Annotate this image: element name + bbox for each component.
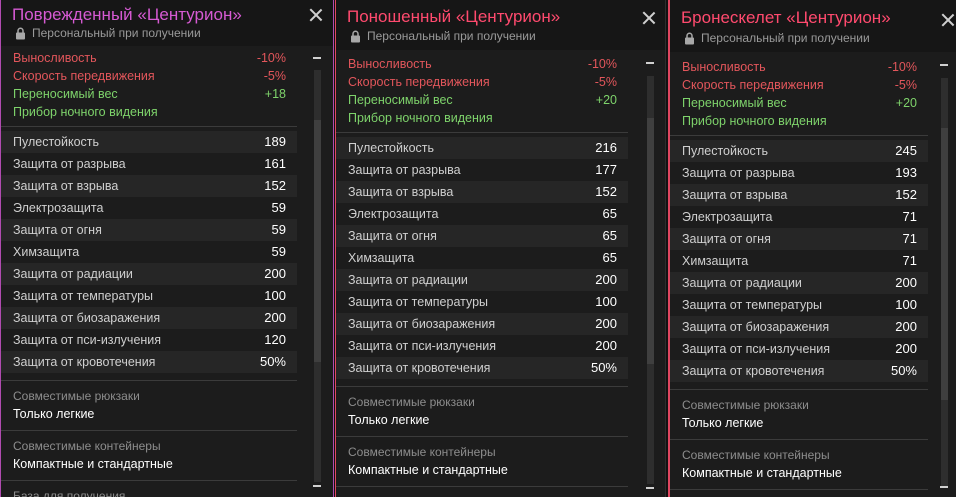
scroll-up-button[interactable] [940,64,948,66]
scroll-down-button[interactable] [940,486,948,488]
section-divider [336,486,628,497]
stat-row: Защита от взрыва 152 [1,175,297,197]
compatible-backpacks: Совместимые рюкзаки Только легкие [1,380,297,430]
stat-row: Защита от взрыва 152 [336,181,628,203]
item-title: Поврежденный «Центурион» [12,5,242,24]
scroll-down-button[interactable] [313,485,321,487]
stats-table: Пулестойкость 216 Защита от разрыва 177 За… [336,133,628,379]
stat-row: Пулестойкость 189 [1,131,297,153]
modifier-row: Скорость передвижения -5% [682,78,917,92]
modifier-row: Выносливость -10% [348,57,617,71]
stat-row: Защита от кровотечения 50% [336,357,628,379]
modifier-row: Прибор ночного видения [682,114,827,128]
stat-row: Химзащита 65 [336,247,628,269]
modifier-row: Скорость передвижения -5% [348,75,617,89]
binding-note: Персональный при получении [350,29,536,43]
lock-icon [16,27,25,39]
item-card-exoskeleton: Бронескелет «Центурион» Персональный при… [668,0,956,497]
stat-row: Защита от кровотечения 50% [1,351,297,373]
modifier-row: Прибор ночного видения [348,111,493,125]
crafting-base: База для получения [1,480,297,497]
compatible-backpacks: Совместимые рюкзаки Только легкие [336,386,628,436]
item-title: Поношенный «Центурион» [347,7,561,26]
modifier-row: Выносливость -10% [13,51,286,65]
compatible-containers: Совместимые контейнеры Компактные и стан… [1,430,297,480]
modifiers-list: Выносливость -10% Скорость передвижения -5… [1,46,297,126]
modifiers-list: Выносливость -10% Скорость передвижения -5… [670,52,928,135]
stat-row: Пулестойкость 216 [336,137,628,159]
scroll-up-button[interactable] [646,62,654,64]
stat-row: Защита от пси-излучения 200 [670,338,928,360]
close-icon[interactable] [309,8,323,22]
modifier-row: Выносливость -10% [682,60,917,74]
compatible-containers: Совместимые контейнеры Компактные и стан… [670,439,928,489]
stat-row: Защита от биозаражения 200 [670,316,928,338]
stat-row: Электрозащита 59 [1,197,297,219]
scroll-up-button[interactable] [313,57,321,59]
card-header: Поношенный «Центурион» Персональный при … [336,0,665,50]
binding-note: Персональный при получении [684,31,870,45]
item-title: Бронескелет «Центурион» [681,8,891,27]
scrollbar[interactable] [309,50,325,497]
stats-table: Пулестойкость 189 Защита от разрыва 161 За… [1,127,297,373]
stat-row: Защита от огня 71 [670,228,928,250]
compatible-containers: Совместимые контейнеры Компактные и стан… [336,436,628,486]
stat-row: Защита от температуры 100 [670,294,928,316]
stat-row: Защита от разрыва 177 [336,159,628,181]
stat-row: Электрозащита 65 [336,203,628,225]
binding-note-text: Персональный при получении [701,31,870,45]
scroll-thumb[interactable] [314,120,321,362]
card-header: Поврежденный «Центурион» Персональный пр… [1,0,333,46]
stat-row: Защита от биозаражения 200 [1,307,297,329]
modifier-row: Переносимый вес +20 [348,93,617,107]
close-icon[interactable] [642,11,656,25]
stat-row: Защита от разрыва 193 [670,162,928,184]
stat-row: Защита от взрыва 152 [670,184,928,206]
stat-row: Защита от радиации 200 [1,263,297,285]
stat-row: Защита от кровотечения 50% [670,360,928,382]
card-header: Бронескелет «Центурион» Персональный при… [670,0,956,52]
stat-row: Защита от разрыва 161 [1,153,297,175]
stat-row: Пулестойкость 245 [670,140,928,162]
stat-row: Защита от биозаражения 200 [336,313,628,335]
stat-row: Электрозащита 71 [670,206,928,228]
stat-row: Защита от пси-излучения 200 [336,335,628,357]
modifier-row: Скорость передвижения -5% [13,69,286,83]
scrollbar[interactable] [936,58,952,497]
lock-icon [351,30,360,42]
modifier-row: Переносимый вес +20 [682,96,917,110]
binding-note-text: Персональный при получении [367,29,536,43]
scroll-thumb[interactable] [647,118,654,364]
binding-note-text: Персональный при получении [32,26,201,40]
stat-row: Защита от огня 65 [336,225,628,247]
item-card-damaged: Поврежденный «Центурион» Персональный пр… [0,0,334,497]
modifier-row: Прибор ночного видения [13,105,158,119]
scrollbar[interactable] [642,56,658,497]
stat-row: Защита от радиации 200 [670,272,928,294]
stat-row: Защита от радиации 200 [336,269,628,291]
modifier-row: Переносимый вес +18 [13,87,286,101]
stat-row: Защита от температуры 100 [1,285,297,307]
stat-row: Химзащита 71 [670,250,928,272]
scroll-thumb[interactable] [941,128,948,400]
stat-row: Защита от температуры 100 [336,291,628,313]
stats-table: Пулестойкость 245 Защита от разрыва 193 За… [670,136,928,382]
scroll-down-button[interactable] [646,487,654,489]
stat-row: Защита от пси-излучения 120 [1,329,297,351]
stat-row: Защита от огня 59 [1,219,297,241]
binding-note: Персональный при получении [15,26,201,40]
lock-icon [685,32,694,44]
compatible-backpacks: Совместимые рюкзаки Только легкие [670,389,928,439]
section-divider [670,489,928,497]
stat-row: Химзащита 59 [1,241,297,263]
modifiers-list: Выносливость -10% Скорость передвижения -5… [336,50,628,132]
close-icon[interactable] [941,13,955,27]
item-card-worn: Поношенный «Центурион» Персональный при … [335,0,666,497]
